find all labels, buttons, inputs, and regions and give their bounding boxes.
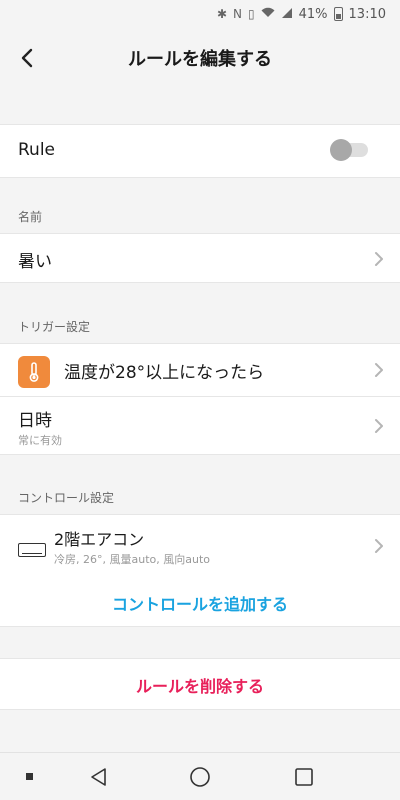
chevron-right-icon xyxy=(375,252,383,266)
menu-dot-button[interactable] xyxy=(18,765,42,789)
trigger-temperature-title: 温度が28°以上になったら xyxy=(64,363,265,383)
chevron-right-icon xyxy=(375,539,383,553)
name-row[interactable]: 暑い xyxy=(0,233,400,283)
status-bar: ✱ N ▯ 41% 13:10 xyxy=(0,0,400,28)
system-nav-bar xyxy=(0,752,400,800)
control-item-aircon[interactable]: 2階エアコン 冷房, 26°, 風量auto, 風向auto xyxy=(0,515,400,577)
nav-back-button[interactable] xyxy=(87,765,111,789)
add-control-button[interactable]: コントロールを追加する xyxy=(0,591,400,615)
rule-toggle-row: Rule xyxy=(0,124,400,178)
trigger-section-label: トリガー設定 xyxy=(18,320,91,334)
chevron-right-icon xyxy=(375,419,383,433)
vibrate-icon: ▯ xyxy=(248,7,255,21)
delete-row: ルールを削除する xyxy=(0,658,400,710)
toggle-knob xyxy=(330,139,352,161)
nav-recents-button[interactable] xyxy=(292,765,316,789)
square-recents-icon xyxy=(295,768,313,786)
trigger-datetime-subtitle: 常に有効 xyxy=(18,434,62,447)
bluetooth-icon: ✱ xyxy=(216,7,228,21)
circle-home-icon xyxy=(190,767,210,787)
name-section-label: 名前 xyxy=(18,210,43,224)
nav-home-button[interactable] xyxy=(188,765,212,789)
clock: 13:10 xyxy=(348,6,386,22)
rule-label: Rule xyxy=(18,140,56,160)
thermometer-icon xyxy=(18,356,50,388)
trigger-list: 温度が28°以上になったら 日時 常に有効 xyxy=(0,343,400,455)
nfc-icon: N xyxy=(233,7,243,21)
trigger-datetime-title: 日時 xyxy=(18,411,52,431)
signal-icon xyxy=(281,7,293,22)
control-section-label: コントロール設定 xyxy=(18,491,115,505)
wifi-icon xyxy=(261,7,275,21)
rule-name-value: 暑い xyxy=(18,252,52,272)
rule-enable-toggle[interactable] xyxy=(330,139,368,161)
control-aircon-title: 2階エアコン xyxy=(54,530,145,549)
trigger-item-temperature[interactable]: 温度が28°以上になったら xyxy=(0,344,400,396)
app-bar: ルールを編集する xyxy=(0,28,400,88)
triangle-back-icon xyxy=(91,768,106,786)
chevron-right-icon xyxy=(375,363,383,377)
battery-icon xyxy=(333,7,343,21)
air-conditioner-icon xyxy=(18,543,46,557)
page-title: ルールを編集する xyxy=(128,49,272,70)
battery-percent: 41% xyxy=(298,6,328,22)
control-aircon-subtitle: 冷房, 26°, 風量auto, 風向auto xyxy=(54,553,210,566)
delete-rule-button[interactable]: ルールを削除する xyxy=(0,673,400,697)
trigger-item-datetime[interactable]: 日時 常に有効 xyxy=(0,397,400,455)
control-list: 2階エアコン 冷房, 26°, 風量auto, 風向auto コントロールを追加… xyxy=(0,514,400,627)
square-dot-icon xyxy=(26,773,33,780)
